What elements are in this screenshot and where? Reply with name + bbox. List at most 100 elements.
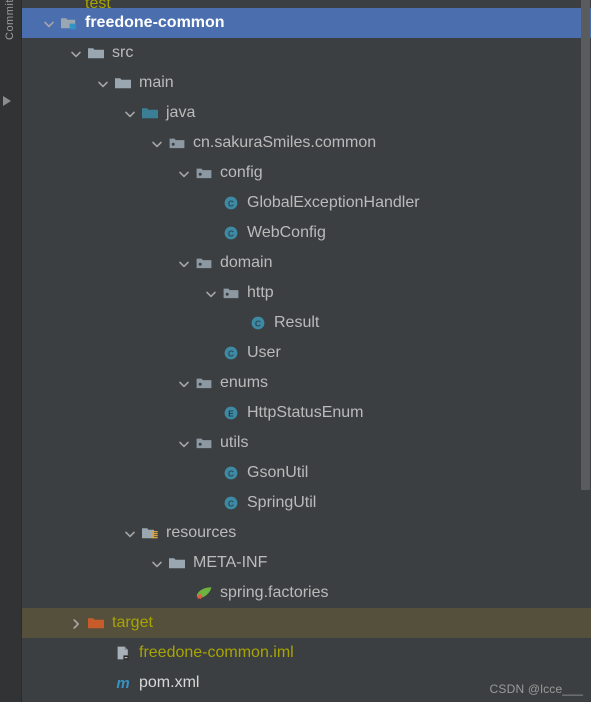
chevron-down-icon[interactable] bbox=[67, 38, 85, 68]
tree-row[interactable]: E HttpStatusEnum bbox=[22, 398, 591, 428]
tree-row[interactable]: java bbox=[22, 98, 591, 128]
svg-text:C: C bbox=[255, 318, 261, 328]
chevron-down-icon[interactable] bbox=[175, 158, 193, 188]
tree-row[interactable]: http bbox=[22, 278, 591, 308]
tree-row[interactable]: main bbox=[22, 68, 591, 98]
folder-gray-icon bbox=[112, 68, 134, 98]
chevron-down-icon[interactable] bbox=[175, 428, 193, 458]
java-class-icon: C bbox=[247, 308, 269, 338]
tree-row-label: User bbox=[247, 344, 281, 361]
java-class-icon: C bbox=[220, 458, 242, 488]
tree-row[interactable]: META-INF bbox=[22, 548, 591, 578]
tree-row[interactable]: cn.sakuraSmiles.common bbox=[22, 128, 591, 158]
chevron-placeholder bbox=[202, 338, 220, 368]
chevron-placeholder bbox=[229, 308, 247, 338]
package-icon bbox=[193, 368, 215, 398]
tree-row-label: Result bbox=[274, 314, 320, 331]
watermark-text: CSDN @lcce___ bbox=[489, 682, 583, 696]
chevron-placeholder bbox=[202, 218, 220, 248]
stripe-button-commit[interactable]: Commit bbox=[4, 0, 16, 40]
tree-row-label: src bbox=[112, 44, 134, 61]
folder-gray-icon bbox=[58, 0, 80, 8]
tree-row[interactable]: domain bbox=[22, 248, 591, 278]
tree-row[interactable]: test bbox=[22, 0, 591, 8]
folder-resources-icon bbox=[139, 518, 161, 548]
java-class-icon: C bbox=[220, 188, 242, 218]
tree-row-label: spring.factories bbox=[220, 584, 329, 601]
tree-row[interactable]: C SpringUtil bbox=[22, 488, 591, 518]
tree-row[interactable]: target bbox=[22, 608, 591, 638]
chevron-right-icon[interactable] bbox=[67, 608, 85, 638]
tree-row[interactable]: C User bbox=[22, 338, 591, 368]
tree-row-label: main bbox=[139, 74, 174, 91]
tree-row-label: utils bbox=[220, 434, 249, 451]
tree-row-label: enums bbox=[220, 374, 269, 391]
vertical-scrollbar[interactable] bbox=[579, 0, 591, 702]
svg-text:C: C bbox=[228, 468, 234, 478]
chevron-down-icon[interactable] bbox=[202, 278, 220, 308]
chevron-placeholder bbox=[202, 488, 220, 518]
tree-row[interactable]: C Result bbox=[22, 308, 591, 338]
tree-row[interactable]: spring.factories bbox=[22, 578, 591, 608]
chevron-placeholder bbox=[94, 668, 112, 698]
chevron-down-icon[interactable] bbox=[40, 8, 58, 38]
tree-row[interactable]: C GlobalExceptionHandler bbox=[22, 188, 591, 218]
tree-row[interactable]: freedone-common bbox=[22, 8, 591, 38]
package-icon bbox=[220, 278, 242, 308]
tree-row-label: cn.sakuraSmiles.common bbox=[193, 134, 377, 151]
tree-row-label: SpringUtil bbox=[247, 494, 317, 511]
chevron-down-icon[interactable] bbox=[121, 518, 139, 548]
tree-row[interactable]: C WebConfig bbox=[22, 218, 591, 248]
tree-row-label: GlobalExceptionHandler bbox=[247, 194, 420, 211]
project-tree[interactable]: test freedone-common srcmain java cn.sakuraS… bbox=[22, 0, 591, 702]
iml-file-icon bbox=[112, 638, 134, 668]
tree-row[interactable]: C GsonUtil bbox=[22, 458, 591, 488]
tree-row-label: config bbox=[220, 164, 263, 181]
triangle-right-icon[interactable] bbox=[3, 96, 11, 106]
tree-row-label: domain bbox=[220, 254, 273, 271]
tree-row-label: freedone-common bbox=[85, 14, 225, 31]
tree-row[interactable]: config bbox=[22, 158, 591, 188]
tree-row-label: resources bbox=[166, 524, 237, 541]
chevron-down-icon[interactable] bbox=[148, 548, 166, 578]
package-icon bbox=[193, 158, 215, 188]
tree-row-label: META-INF bbox=[193, 554, 268, 571]
chevron-placeholder bbox=[175, 578, 193, 608]
folder-excluded-icon bbox=[85, 608, 107, 638]
tree-row[interactable]: enums bbox=[22, 368, 591, 398]
java-class-icon: C bbox=[220, 218, 242, 248]
java-class-icon: C bbox=[220, 338, 242, 368]
tree-row-label: GsonUtil bbox=[247, 464, 309, 481]
tree-row[interactable]: utils bbox=[22, 428, 591, 458]
chevron-down-icon[interactable] bbox=[121, 98, 139, 128]
chevron-down-icon[interactable] bbox=[94, 68, 112, 98]
tool-window-stripe: Commit bbox=[0, 0, 22, 702]
chevron-down-icon[interactable] bbox=[175, 368, 193, 398]
svg-text:C: C bbox=[228, 348, 234, 358]
tree-row[interactable]: src bbox=[22, 38, 591, 68]
chevron-down-icon[interactable] bbox=[148, 128, 166, 158]
tree-row[interactable]: resources bbox=[22, 518, 591, 548]
chevron-placeholder bbox=[40, 0, 58, 8]
chevron-placeholder bbox=[202, 398, 220, 428]
tree-row[interactable]: freedone-common.iml bbox=[22, 638, 591, 668]
tree-row-label: pom.xml bbox=[139, 674, 200, 691]
vertical-scrollbar-thumb[interactable] bbox=[581, 0, 590, 490]
chevron-down-icon[interactable] bbox=[175, 248, 193, 278]
module-icon bbox=[58, 8, 80, 38]
maven-pom-icon: m bbox=[112, 668, 134, 698]
